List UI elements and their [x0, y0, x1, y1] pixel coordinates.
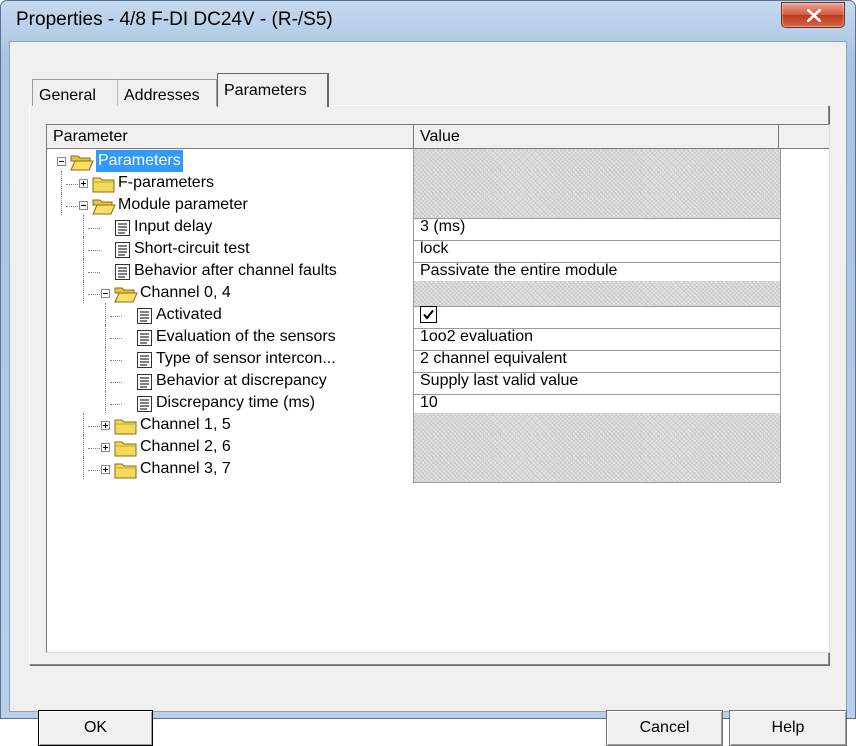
help-button[interactable]: Help	[729, 710, 847, 746]
close-button[interactable]	[781, 2, 845, 28]
open-folder-icon	[70, 153, 94, 171]
value-text: Passivate the entire module	[420, 262, 618, 279]
expand-icon[interactable]	[101, 465, 110, 474]
tree-connector	[105, 369, 106, 391]
parameter-label: F-parameters	[118, 174, 215, 191]
tree-connector	[83, 215, 84, 237]
tree-connector	[83, 413, 84, 435]
tree-connector	[105, 325, 106, 347]
tree-connector	[110, 316, 122, 317]
dialog-client-area: General Addresses Parameters Parameter V…	[9, 41, 847, 746]
tab-addresses[interactable]: Addresses	[117, 79, 217, 106]
parameter-label: Channel 1, 5	[140, 416, 231, 433]
folder-icon	[114, 461, 138, 479]
cancel-button[interactable]: Cancel	[606, 710, 723, 746]
tree-connector	[83, 259, 84, 281]
parameter-label: Activated	[156, 306, 222, 323]
value-text: 2 channel equivalent	[420, 350, 567, 367]
table-row[interactable]: Channel 3, 7	[47, 457, 782, 483]
value-cell	[414, 457, 781, 483]
tree-connector	[83, 237, 84, 259]
tree-connector	[61, 193, 62, 215]
column-header-parameter[interactable]: Parameter	[47, 125, 414, 149]
window-title: Properties - 4/8 F-DI DC24V - (R-/S5)	[16, 9, 333, 30]
expand-icon[interactable]	[101, 443, 110, 452]
tree-connector	[83, 435, 84, 457]
folder-icon	[114, 417, 138, 435]
tree-connector	[66, 184, 78, 185]
parameter-label: Channel 2, 6	[140, 438, 231, 455]
tree-connector	[110, 382, 122, 383]
tree-connector	[61, 171, 62, 193]
parameter-doc-icon	[136, 307, 153, 325]
tree-connector	[83, 457, 84, 479]
tab-general[interactable]: General	[32, 79, 118, 106]
folder-icon	[92, 175, 116, 193]
parameter-cell[interactable]: Channel 3, 7	[47, 457, 414, 483]
parameter-label: Short-circuit test	[134, 240, 250, 257]
tab-parameters[interactable]: Parameters	[217, 73, 329, 107]
checkmark-icon	[423, 309, 434, 320]
collapse-icon[interactable]	[57, 157, 66, 166]
parameter-label: Behavior at discrepancy	[156, 372, 327, 389]
column-header-value[interactable]: Value	[414, 125, 779, 149]
tree-connector	[88, 272, 100, 273]
open-folder-icon	[114, 285, 138, 303]
tree-connector	[88, 426, 100, 427]
parameter-label: Module parameter	[118, 196, 248, 213]
tree-connector	[110, 338, 122, 339]
parameter-doc-icon	[114, 219, 131, 237]
tree-connector	[88, 228, 100, 229]
collapse-icon[interactable]	[101, 289, 110, 298]
tree-connector	[110, 404, 122, 405]
activated-checkbox[interactable]	[420, 306, 437, 323]
tree-connector	[105, 303, 106, 325]
parameter-doc-icon	[114, 263, 131, 281]
collapse-icon[interactable]	[79, 201, 88, 210]
expand-icon[interactable]	[101, 421, 110, 430]
title-bar[interactable]: Properties - 4/8 F-DI DC24V - (R-/S5)	[1, 1, 855, 41]
parameter-label: Channel 3, 7	[140, 460, 231, 477]
value-text: 10	[420, 394, 438, 411]
tree-connector	[66, 206, 78, 207]
expand-icon[interactable]	[79, 179, 88, 188]
parameter-label: Discrepancy time (ms)	[156, 394, 316, 411]
parameter-label: Input delay	[134, 218, 213, 235]
parameter-label: Behavior after channel faults	[134, 262, 337, 279]
parameter-label: Evaluation of the sensors	[156, 328, 336, 345]
open-folder-icon	[92, 197, 116, 215]
tree-connector	[88, 470, 100, 471]
parameter-label: Type of sensor intercon...	[156, 350, 336, 367]
value-text: lock	[420, 240, 449, 257]
tree-connector	[105, 347, 106, 369]
column-header-filler	[779, 125, 829, 149]
tree-connector	[88, 250, 100, 251]
parameter-doc-icon	[136, 351, 153, 369]
value-text: Supply last valid value	[420, 372, 579, 389]
parameter-doc-icon	[114, 241, 131, 259]
ok-button[interactable]: OK	[38, 710, 153, 746]
value-text: 3 (ms)	[420, 218, 466, 235]
tree-connector	[83, 281, 84, 303]
folder-icon	[114, 439, 138, 457]
tree-connector	[88, 448, 100, 449]
tree-connector	[105, 391, 106, 413]
parameter-doc-icon	[136, 329, 153, 347]
properties-window: Properties - 4/8 F-DI DC24V - (R-/S5) Ge…	[0, 0, 856, 746]
parameter-grid: Parameter Value Parameters F-parameters Mo…	[46, 124, 830, 653]
parameter-label: Parameters	[96, 150, 183, 172]
parameter-label: Channel 0, 4	[140, 284, 231, 301]
close-icon	[807, 9, 821, 22]
parameter-doc-icon	[136, 373, 153, 391]
value-text: 1oo2 evaluation	[420, 328, 533, 345]
parameter-doc-icon	[136, 395, 153, 413]
tree-connector	[88, 294, 100, 295]
tree-connector	[110, 360, 122, 361]
